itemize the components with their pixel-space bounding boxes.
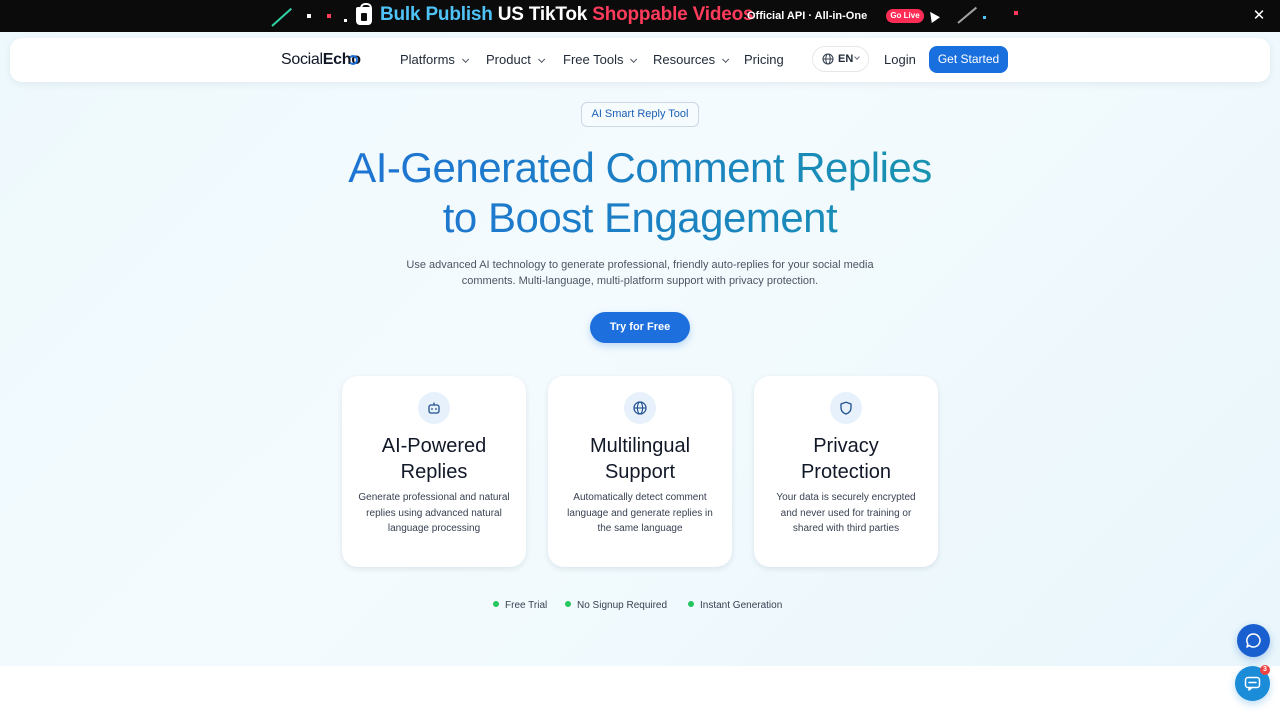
feature-icon-container (830, 392, 862, 424)
login-link[interactable]: Login (884, 52, 916, 67)
main-navbar: SocialEcho Platforms Product Free Tools … (10, 38, 1270, 82)
feature-description: Automatically detect comment language an… (567, 492, 713, 534)
feature-title: Multilingual Support (556, 434, 724, 485)
logo-text-social: Social (281, 51, 323, 68)
hero-description-line1: Use advanced AI technology to generate p… (406, 259, 874, 271)
trust-item-instant: Instant Generation (688, 600, 782, 611)
nav-item-label: Platforms (400, 52, 455, 67)
feature-title: Privacy Protection (762, 434, 930, 485)
trust-label: No Signup Required (577, 600, 668, 611)
globe-icon (822, 53, 834, 65)
hero-description: Use advanced AI technology to generate p… (390, 258, 890, 289)
promo-headline-part2: US TikTok (497, 4, 588, 25)
nav-item-label: Resources (653, 52, 716, 67)
feature-icon-container (418, 392, 450, 424)
trust-label: Instant Generation (700, 600, 783, 611)
promo-decoration-line (957, 6, 978, 24)
hero-description-line2: comments. Multi-language, multi-platform… (461, 274, 819, 287)
next-section-background (0, 666, 1280, 720)
try-for-free-button[interactable]: Try for Free (590, 312, 690, 343)
feature-title-line1: Multilingual (589, 435, 691, 457)
trust-label: Free Trial (505, 600, 548, 611)
support-chat-icon (1244, 676, 1261, 691)
feature-title: AI-Powered Replies (350, 434, 518, 485)
promo-decoration-line (271, 7, 292, 27)
promo-banner[interactable]: Bulk Publish US TikTok Shoppable Videos … (0, 0, 1280, 32)
nav-item-product[interactable]: Product (486, 52, 545, 67)
chevron-down-icon (854, 54, 860, 60)
language-label: EN (838, 53, 854, 65)
feature-title-line1: AI-Powered (381, 435, 487, 457)
promo-decoration-pixel (344, 19, 347, 22)
hero-badge: AI Smart Reply Tool (581, 102, 699, 127)
feature-title-line1: Privacy (813, 435, 879, 457)
green-dot-icon (493, 601, 499, 607)
language-selector[interactable]: EN (812, 46, 869, 72)
nav-item-label: Pricing (744, 52, 784, 67)
feature-title-line2: Support (604, 460, 676, 483)
globe-icon (633, 401, 647, 415)
promo-headline-part1: Bulk Publish (380, 4, 493, 25)
chat-button[interactable] (1237, 624, 1270, 657)
hero-title-line1: AI-Generated Comment Replies (348, 144, 932, 191)
chevron-down-icon (722, 55, 730, 63)
feature-card-ai-replies: AI-Powered Replies Generate professional… (342, 376, 526, 567)
robot-icon (428, 402, 440, 414)
nav-item-label: Free Tools (563, 52, 624, 67)
logo-mark-icon (348, 55, 358, 65)
chevron-down-icon (461, 55, 470, 63)
green-dot-icon (688, 601, 694, 607)
chevron-down-icon (537, 55, 545, 63)
promo-decoration-pixel (327, 14, 331, 18)
promo-subtext: Official API · All-in-One (747, 10, 868, 22)
feature-card-multilingual: Multilingual Support Automatically detec… (548, 376, 732, 567)
shopping-bag-icon (356, 3, 372, 25)
promo-decoration-pixel (1014, 11, 1018, 15)
go-live-badge[interactable]: Go Live (886, 9, 924, 23)
feature-icon-container (624, 392, 656, 424)
feature-description: Your data is securely encrypted and neve… (776, 492, 916, 534)
promo-decoration-pixel (307, 14, 311, 18)
feature-title-line2: Replies (400, 460, 468, 483)
hero-title: AI-Generated Comment Replies to Boost En… (240, 143, 1040, 243)
nav-item-pricing[interactable]: Pricing (744, 52, 784, 67)
close-banner-button[interactable]: ✕ (1251, 7, 1267, 25)
nav-item-platforms[interactable]: Platforms (400, 52, 470, 67)
chat-bubble-icon (1246, 633, 1261, 648)
feature-card-privacy: Privacy Protection Your data is securely… (754, 376, 938, 567)
hero-title-line2: to Boost Engagement (442, 194, 838, 241)
get-started-button[interactable]: Get Started (929, 46, 1008, 73)
shield-icon (840, 401, 852, 415)
promo-headline: Bulk Publish US TikTok Shoppable Videos (380, 4, 754, 26)
promo-headline-part3: Shoppable Videos (592, 4, 754, 25)
nav-item-label: Product (486, 52, 531, 67)
promo-decoration-pixel (983, 16, 986, 19)
green-dot-icon (565, 601, 571, 607)
hero-background (0, 32, 1280, 666)
trust-item-free-trial: Free Trial (493, 600, 547, 611)
feature-title-line2: Protection (800, 460, 892, 483)
notification-count-badge: 3 (1260, 665, 1270, 675)
feature-description: Generate professional and natural replie… (358, 492, 510, 534)
chevron-down-icon (630, 55, 638, 63)
nav-item-free-tools[interactable]: Free Tools (563, 52, 638, 67)
trust-item-no-signup: No Signup Required (565, 600, 667, 611)
nav-item-resources[interactable]: Resources (653, 52, 730, 67)
cursor-icon (926, 9, 940, 23)
